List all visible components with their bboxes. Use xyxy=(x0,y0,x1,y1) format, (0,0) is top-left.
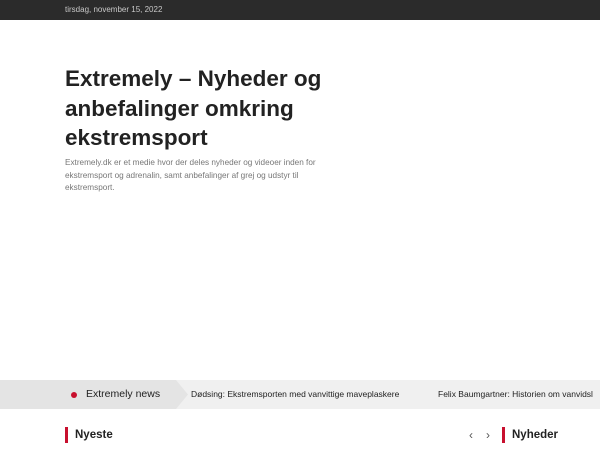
page-title: Extremely – Nyheder og anbefalinger omkr… xyxy=(65,66,322,150)
next-arrow-icon[interactable]: › xyxy=(481,427,495,443)
news-ticker: Extremely news Dødsing: Ekstremsporten m… xyxy=(0,380,600,409)
ticker-item-felix-baumgartner[interactable]: Felix Baumgartner: Historien om vanvidsl xyxy=(438,389,593,400)
page: tirsdag, november 15, 2022 Extremely – N… xyxy=(0,0,600,450)
section-title-nyeste: Nyeste xyxy=(65,427,113,443)
current-date: tirsdag, november 15, 2022 xyxy=(65,5,163,14)
ticker-item-dodsing[interactable]: Dødsing: Ekstremsporten med vanvittige m… xyxy=(191,389,399,400)
ticker-label-box: Extremely news xyxy=(0,380,188,409)
live-dot-icon xyxy=(71,392,77,398)
top-bar: tirsdag, november 15, 2022 xyxy=(0,0,600,20)
page-description: Extremely.dk er et medie hvor der deles … xyxy=(65,158,316,192)
ticker-label: Extremely news xyxy=(86,388,161,400)
prev-arrow-icon[interactable]: ‹ xyxy=(464,427,478,443)
section-title-nyheder: Nyheder xyxy=(502,427,558,443)
